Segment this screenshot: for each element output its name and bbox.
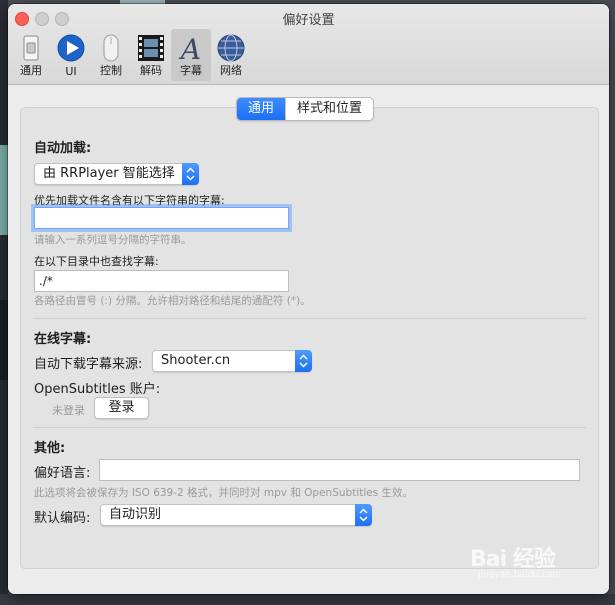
section-divider [33, 427, 586, 428]
toolbar-label: UI [65, 65, 77, 78]
toolbar-label: 解码 [140, 64, 162, 77]
prefer-hint: 请输入一系列逗号分隔的字符串。 [34, 234, 192, 246]
chevron-updown-icon [295, 350, 312, 372]
online-heading: 在线字幕: [34, 332, 92, 347]
toolbar-label: 字幕 [180, 64, 202, 77]
background-thumbnail [0, 300, 8, 380]
watermark-logo: Bai 经验 [470, 547, 556, 572]
window-title: 偏好设置 [282, 13, 335, 28]
toolbar-general[interactable]: 通用 [14, 29, 48, 81]
source-label: 自动下载字幕来源: [34, 357, 143, 372]
login-button[interactable]: 登录 [94, 397, 149, 419]
toolbar-label: 网络 [220, 64, 242, 77]
search-dir-label: 在以下目录中也查找字幕: [34, 255, 159, 268]
toolbar-control[interactable]: 控制 [94, 29, 128, 81]
default-encoding-select[interactable]: 自动识别 [100, 504, 372, 526]
watermark-url: jingyan.baidu.com [478, 570, 562, 580]
settings-panel: 自动加载: 由 RRPlayer 智能选择 优先加载文件名含有以下字符串的字幕:… [20, 107, 599, 569]
other-heading: 其他: [34, 441, 66, 456]
play-circle-icon [57, 34, 85, 62]
search-dir-input[interactable]: ./* [34, 270, 289, 292]
select-value: 自动识别 [109, 507, 162, 522]
select-value: 由 RRPlayer 智能选择 [43, 166, 175, 181]
general-switch-icon [23, 35, 39, 61]
auto-load-mode-select[interactable]: 由 RRPlayer 智能选择 [34, 163, 199, 185]
film-strip-icon [138, 35, 164, 61]
tab-style-position[interactable]: 样式和位置 [286, 98, 373, 120]
login-status: 未登录 [52, 404, 85, 417]
encoding-label: 默认编码: [34, 511, 91, 526]
search-dir-hint: 各路径由冒号 (:) 分隔。允许相对路径和结尾的通配符 (*)。 [34, 295, 311, 307]
language-label: 偏好语言: [34, 466, 91, 481]
section-divider [33, 318, 586, 319]
tab-general[interactable]: 通用 [237, 98, 286, 120]
language-hint: 此选项将会被保存为 ISO 639-2 格式，并同时对 mpv 和 OpenSu… [34, 487, 414, 499]
toolbar-subtitles[interactable]: A 字幕 [171, 29, 211, 81]
svg-text:A: A [178, 33, 201, 63]
toolbar-ui[interactable]: UI [54, 29, 88, 81]
preferences-content: 自动加载: 由 RRPlayer 智能选择 优先加载文件名含有以下字符串的字幕:… [8, 85, 609, 594]
background-app [0, 594, 615, 605]
toolbar-decode[interactable]: 解码 [134, 29, 168, 81]
prefer-strings-input[interactable] [34, 207, 289, 229]
background-app [0, 0, 8, 605]
input-value: ./* [39, 274, 53, 288]
select-value: Shooter.cn [161, 353, 231, 368]
tab-switcher: 通用 样式和位置 [236, 97, 375, 121]
toolbar-network[interactable]: 网络 [214, 29, 248, 81]
mouse-icon [103, 34, 119, 62]
title-bar: 偏好设置 通用 UI 控制 解码 A 字幕 网络 [8, 4, 609, 85]
toolbar-label: 通用 [20, 64, 42, 77]
chevron-updown-icon [182, 163, 199, 185]
chevron-updown-icon [355, 504, 372, 526]
account-label: OpenSubtitles 账户: [34, 382, 161, 397]
globe-icon [217, 34, 245, 62]
auto-load-heading: 自动加载: [34, 141, 92, 156]
subtitle-source-select[interactable]: Shooter.cn [152, 350, 312, 372]
preferences-window: 偏好设置 通用 UI 控制 解码 A 字幕 网络 自动加载: 由 RRPlaye… [8, 4, 609, 594]
toolbar-label: 控制 [100, 64, 122, 77]
background-thumbnail [0, 145, 8, 235]
preferred-language-input[interactable] [99, 459, 580, 481]
font-a-icon: A [178, 33, 201, 63]
prefer-label: 优先加载文件名含有以下字符串的字幕: [34, 194, 225, 207]
